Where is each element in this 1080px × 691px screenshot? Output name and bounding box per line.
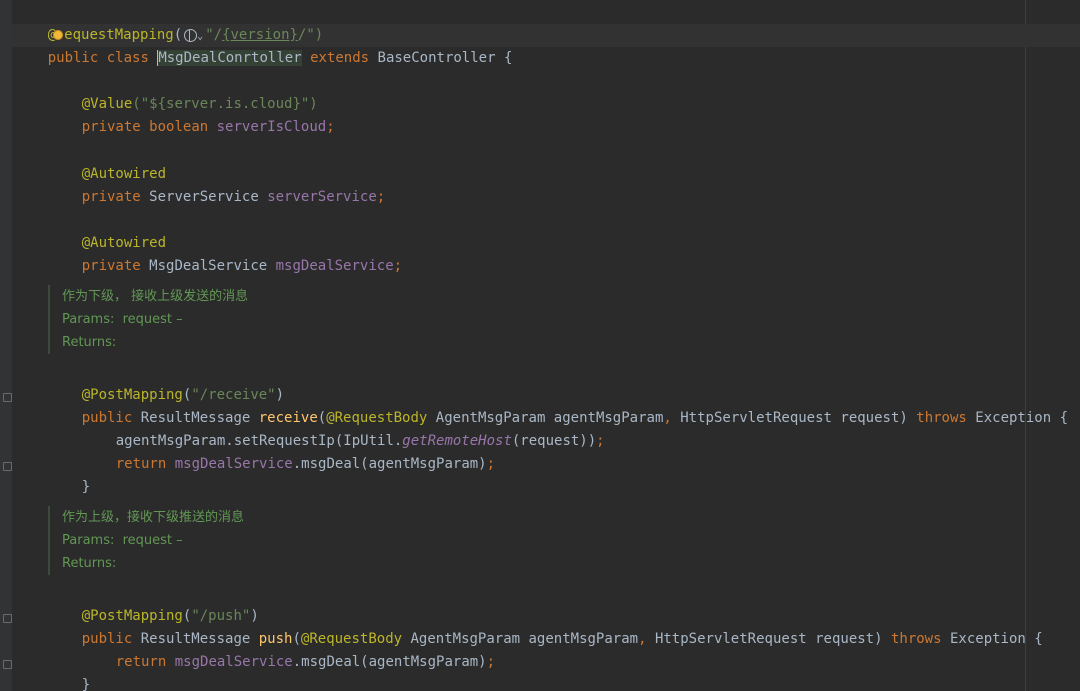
code-line-field-server-is-cloud[interactable]: private boolean serverIsCloud; (48, 93, 335, 135)
field-ref: msgDealService (174, 456, 293, 472)
code-line-return-push[interactable]: return msgDealService.msgDeal(agentMsgPa… (82, 628, 495, 670)
param-request: HttpServletRequest request) (680, 410, 908, 426)
field-name: serverService (267, 189, 377, 205)
keyword-extends: extends (310, 50, 370, 66)
code-line-method-receive[interactable]: public ResultMessage receive(@RequestBod… (48, 384, 1068, 426)
code-line-close-brace[interactable]: } (48, 651, 90, 691)
code-line-autowired[interactable]: @Autowired (48, 209, 166, 251)
doc-params: Params: request – (62, 533, 183, 548)
comma: , (638, 631, 647, 647)
keyword-public: public (47, 50, 99, 66)
code-line-autowired[interactable]: @Autowired (48, 140, 166, 182)
semicolon: ; (393, 258, 403, 274)
code-line-method-push[interactable]: public ResultMessage push(@RequestBody A… (48, 605, 1043, 647)
comma: , (663, 410, 672, 426)
param-request: HttpServletRequest request) (654, 631, 883, 647)
javadoc-receive[interactable]: 作为下级， 接收上级发送的消息 Params: request – Return… (48, 285, 662, 354)
fold-marker-icon[interactable] (3, 660, 12, 669)
code-line-post-mapping-push[interactable]: @PostMapping("/push") (48, 582, 259, 624)
keyword-return: return (115, 456, 167, 472)
keyword-private: private (81, 258, 141, 274)
code-line-set-request-ip[interactable]: agentMsgParam.setRequestIp(IpUtil.getRem… (82, 407, 605, 449)
doc-params: Params: request – (62, 312, 183, 327)
editor-gutter[interactable] (0, 0, 12, 691)
statement-part: .msgDeal(agentMsgParam) (292, 654, 487, 670)
fold-marker-icon[interactable] (3, 614, 12, 623)
semicolon: ; (486, 654, 496, 670)
fold-marker-icon[interactable] (3, 462, 12, 471)
field-name: serverIsCloud (216, 119, 327, 135)
keyword-throws: throws (916, 410, 967, 426)
keyword-throws: throws (890, 631, 942, 647)
code-line-field-msg-deal-service[interactable]: private MsgDealService msgDealService; (48, 232, 402, 274)
code-line-field-server-service[interactable]: private ServerService serverService; (48, 163, 385, 205)
semicolon: ; (486, 456, 496, 472)
doc-returns: Returns: (62, 556, 117, 571)
base-class[interactable]: BaseController { (378, 50, 513, 66)
field-ref: msgDealService (174, 654, 293, 670)
class-name[interactable]: MsgDealConrtoller (158, 50, 302, 66)
code-line-value-annotation[interactable]: @Value("${server.is.cloud}") (48, 70, 318, 112)
keyword-private: private (81, 119, 141, 135)
statement-part: .msgDeal(agentMsgParam) (292, 456, 487, 472)
semicolon: ; (376, 189, 386, 205)
code-editor[interactable]: @ equestMapping(⌄ "/{version}/") public cl… (0, 0, 1080, 691)
exception-type: Exception { (975, 410, 1068, 426)
close-brace: } (81, 677, 91, 691)
code-line-close-brace[interactable]: } (48, 453, 90, 495)
semicolon: ; (326, 119, 335, 135)
fold-marker-icon[interactable] (3, 393, 12, 402)
keyword-return: return (115, 654, 167, 670)
keyword-boolean: boolean (149, 119, 209, 135)
statement-part: (request)) (511, 433, 597, 449)
keyword-class: class (106, 50, 149, 66)
code-line-request-mapping[interactable]: @ equestMapping(⌄ "/{version}/") (14, 1, 324, 43)
semicolon: ; (596, 433, 605, 449)
javadoc-push[interactable]: 作为上级，接收下级推送的消息 Params: request – Returns… (48, 506, 662, 575)
exception-type: Exception { (949, 631, 1043, 647)
keyword-private: private (81, 189, 141, 205)
doc-description: 作为下级， 接收上级发送的消息 (62, 289, 249, 304)
code-line-post-mapping-receive[interactable]: @PostMapping("/receive") (48, 361, 284, 403)
code-line-return-receive[interactable]: return msgDealService.msgDeal(agentMsgPa… (82, 430, 495, 472)
close-brace: } (81, 479, 91, 495)
code-line-class-declaration[interactable]: public class MsgDealConrtoller extends B… (14, 24, 512, 66)
right-margin-guide (1025, 0, 1026, 691)
type-name: ServerService (149, 189, 259, 205)
doc-returns: Returns: (62, 335, 117, 350)
field-name: msgDealService (275, 258, 394, 274)
doc-description: 作为上级，接收下级推送的消息 (62, 510, 245, 525)
type-name: MsgDealService (149, 258, 268, 274)
